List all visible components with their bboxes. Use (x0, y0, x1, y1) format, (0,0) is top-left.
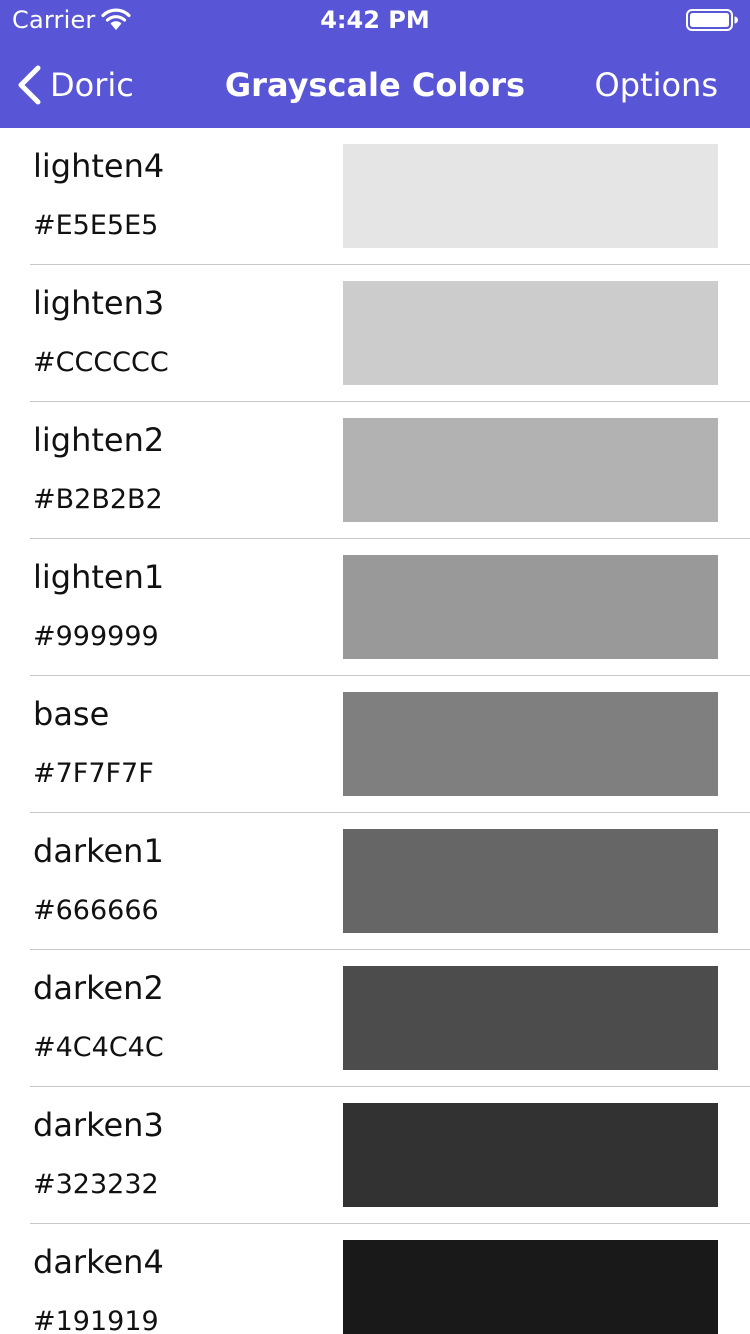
color-name-label: darken3 (33, 1106, 164, 1144)
color-swatch (343, 692, 718, 796)
color-name-label: lighten4 (33, 147, 165, 185)
color-name-label: darken1 (33, 832, 164, 870)
color-name-label: darken4 (33, 1243, 164, 1281)
color-swatch (343, 1103, 718, 1207)
color-hex-label: #7F7F7F (33, 758, 154, 789)
color-hex-label: #E5E5E5 (33, 210, 159, 241)
color-hex-label: #666666 (33, 895, 159, 926)
back-button-label: Doric (50, 66, 134, 104)
color-hex-label: #B2B2B2 (33, 484, 163, 515)
color-name-label: lighten1 (33, 558, 165, 596)
navigation-bar: Doric Grayscale Colors Options (0, 40, 750, 128)
color-hex-label: #CCCCCC (33, 347, 169, 378)
color-hex-label: #191919 (33, 1306, 159, 1334)
color-swatch (343, 829, 718, 933)
list-item[interactable]: darken4 #191919 (0, 1224, 750, 1334)
list-item[interactable]: darken1 #666666 (0, 813, 750, 950)
color-hex-label: #999999 (33, 621, 159, 652)
color-name-label: lighten2 (33, 421, 165, 459)
color-swatch (343, 144, 718, 248)
color-swatch (343, 281, 718, 385)
chevron-left-icon (18, 65, 41, 105)
color-swatch (343, 1240, 718, 1334)
list-item[interactable]: base #7F7F7F (0, 676, 750, 813)
back-button[interactable]: Doric (14, 64, 134, 106)
header: Carrier 4:42 PM Doric Grayscale Colors O… (0, 0, 750, 128)
color-swatch (343, 966, 718, 1070)
color-hex-label: #4C4C4C (33, 1032, 164, 1063)
status-time: 4:42 PM (320, 6, 430, 34)
color-name-label: darken2 (33, 969, 164, 1007)
list-item[interactable]: lighten3 #CCCCCC (0, 265, 750, 402)
options-button[interactable]: Options (595, 64, 718, 106)
color-hex-label: #323232 (33, 1169, 159, 1200)
color-swatch (343, 555, 718, 659)
battery-icon (686, 9, 738, 31)
color-list[interactable]: lighten4 #E5E5E5 lighten3 #CCCCCC lighten2 #B… (0, 128, 750, 1334)
list-item[interactable]: darken3 #323232 (0, 1087, 750, 1224)
color-name-label: base (33, 695, 110, 733)
list-item[interactable]: lighten1 #999999 (0, 539, 750, 676)
list-item[interactable]: darken2 #4C4C4C (0, 950, 750, 1087)
status-bar: Carrier 4:42 PM (0, 0, 750, 40)
color-swatch (343, 418, 718, 522)
color-name-label: lighten3 (33, 284, 165, 322)
list-item[interactable]: lighten2 #B2B2B2 (0, 402, 750, 539)
list-item[interactable]: lighten4 #E5E5E5 (0, 128, 750, 265)
